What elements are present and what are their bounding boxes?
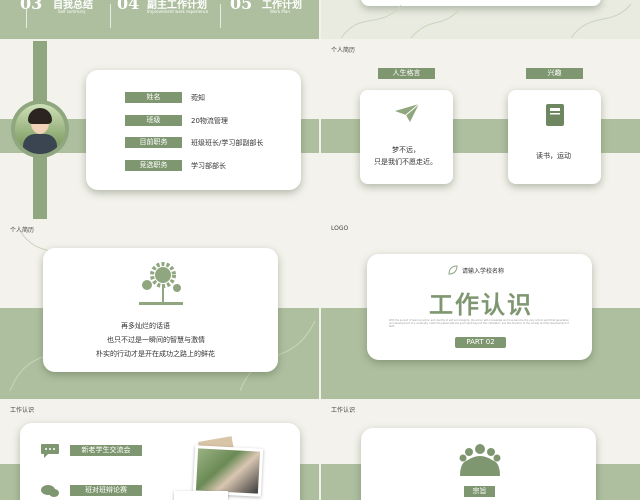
agenda-sub: Work Plan — [270, 9, 290, 14]
photo-collage — [174, 436, 274, 500]
book-icon — [546, 104, 564, 126]
leaf-pattern-icon — [340, 3, 632, 39]
divider — [110, 4, 111, 28]
slide-purpose[interactable]: 工作认识 宗旨 — [321, 401, 640, 500]
slide-header-strip[interactable] — [321, 0, 640, 39]
slide-profile[interactable]: 姓名 菀知 班级 20物流管理 目前职务 班级班长/学习部副部长 竞选职务 学习… — [0, 41, 319, 219]
chat-bubbles-icon — [41, 485, 59, 497]
quote-line-2: 也只不过是一瞬间的智慧与激情 — [107, 336, 205, 344]
sunflower-icon — [139, 262, 183, 305]
avatar — [11, 100, 69, 158]
corner-label: 工作认识 — [331, 407, 356, 414]
agenda-num: 04 — [117, 0, 140, 13]
corner-label: 个人简历 — [10, 227, 35, 234]
activity-debate: 班对班辩论赛 — [70, 485, 142, 496]
slide-quote[interactable]: 个人简历 再多灿烂的话语 也只不过是一瞬间的智慧与激情 朴实的行动才是开在成功之… — [0, 221, 319, 399]
value-campaign: 学习部部长 — [191, 162, 226, 170]
slide-activities[interactable]: 工作认识 新老学生交流会 班对班辩论赛 — [0, 401, 319, 500]
quote-line-1: 再多灿烂的话语 — [121, 322, 170, 330]
agenda-sub: Self summary — [58, 9, 86, 14]
purpose-label: 宗旨 — [464, 486, 495, 497]
divider — [26, 8, 27, 28]
hobby-label: 兴趣 — [526, 68, 583, 79]
agenda-num: 03 — [20, 0, 43, 13]
agenda-num: 05 — [230, 0, 253, 13]
value-name: 菀知 — [191, 94, 205, 102]
motto-line-1: 梦不远， — [392, 146, 420, 154]
divider — [220, 4, 221, 28]
logo-label: LOGO — [331, 225, 349, 232]
section-title: 工作认识 — [429, 290, 533, 319]
value-position: 班级班长/学习部副部长 — [191, 139, 264, 147]
corner-label: 工作认识 — [10, 407, 35, 414]
group-icon — [459, 444, 501, 476]
slide-motto[interactable]: 个人简历 人生格言 兴趣 梦不远， 只是我们不愿走近。 读书，运动 — [321, 41, 640, 219]
school-name: 请输入学校名称 — [462, 268, 505, 275]
slide-section-title[interactable]: LOGO 请输入学校名称 工作认识 With the pursuit of le… — [321, 221, 640, 399]
paper-plane-icon — [395, 103, 420, 122]
chat-bubble-icon — [41, 444, 59, 458]
slide-agenda[interactable]: 03 自我总结 Self summary 04 副主工作计划 Improveme… — [0, 0, 319, 39]
leaf-icon — [448, 265, 458, 275]
motto-label: 人生格言 — [378, 68, 435, 79]
profile-card — [86, 70, 301, 190]
label-class: 班级 — [125, 115, 182, 126]
section-body: With the pursuit of learning action and … — [389, 319, 570, 328]
corner-label: 个人简历 — [331, 47, 356, 54]
agenda-sub: Improvement work experience — [147, 9, 209, 14]
label-position: 目前职务 — [125, 137, 182, 148]
part-badge: PART 02 — [455, 337, 506, 348]
motto-line-2: 只是我们不愿走近。 — [374, 158, 437, 166]
value-class: 20物流管理 — [191, 117, 228, 125]
quote-line-3: 朴实的行动才是开在成功之路上的鲜花 — [96, 350, 215, 358]
hobby-text: 读书，运动 — [536, 152, 571, 160]
label-campaign: 竞选职务 — [125, 160, 182, 171]
label-name: 姓名 — [125, 92, 182, 103]
activity-exchange: 新老学生交流会 — [70, 445, 142, 456]
